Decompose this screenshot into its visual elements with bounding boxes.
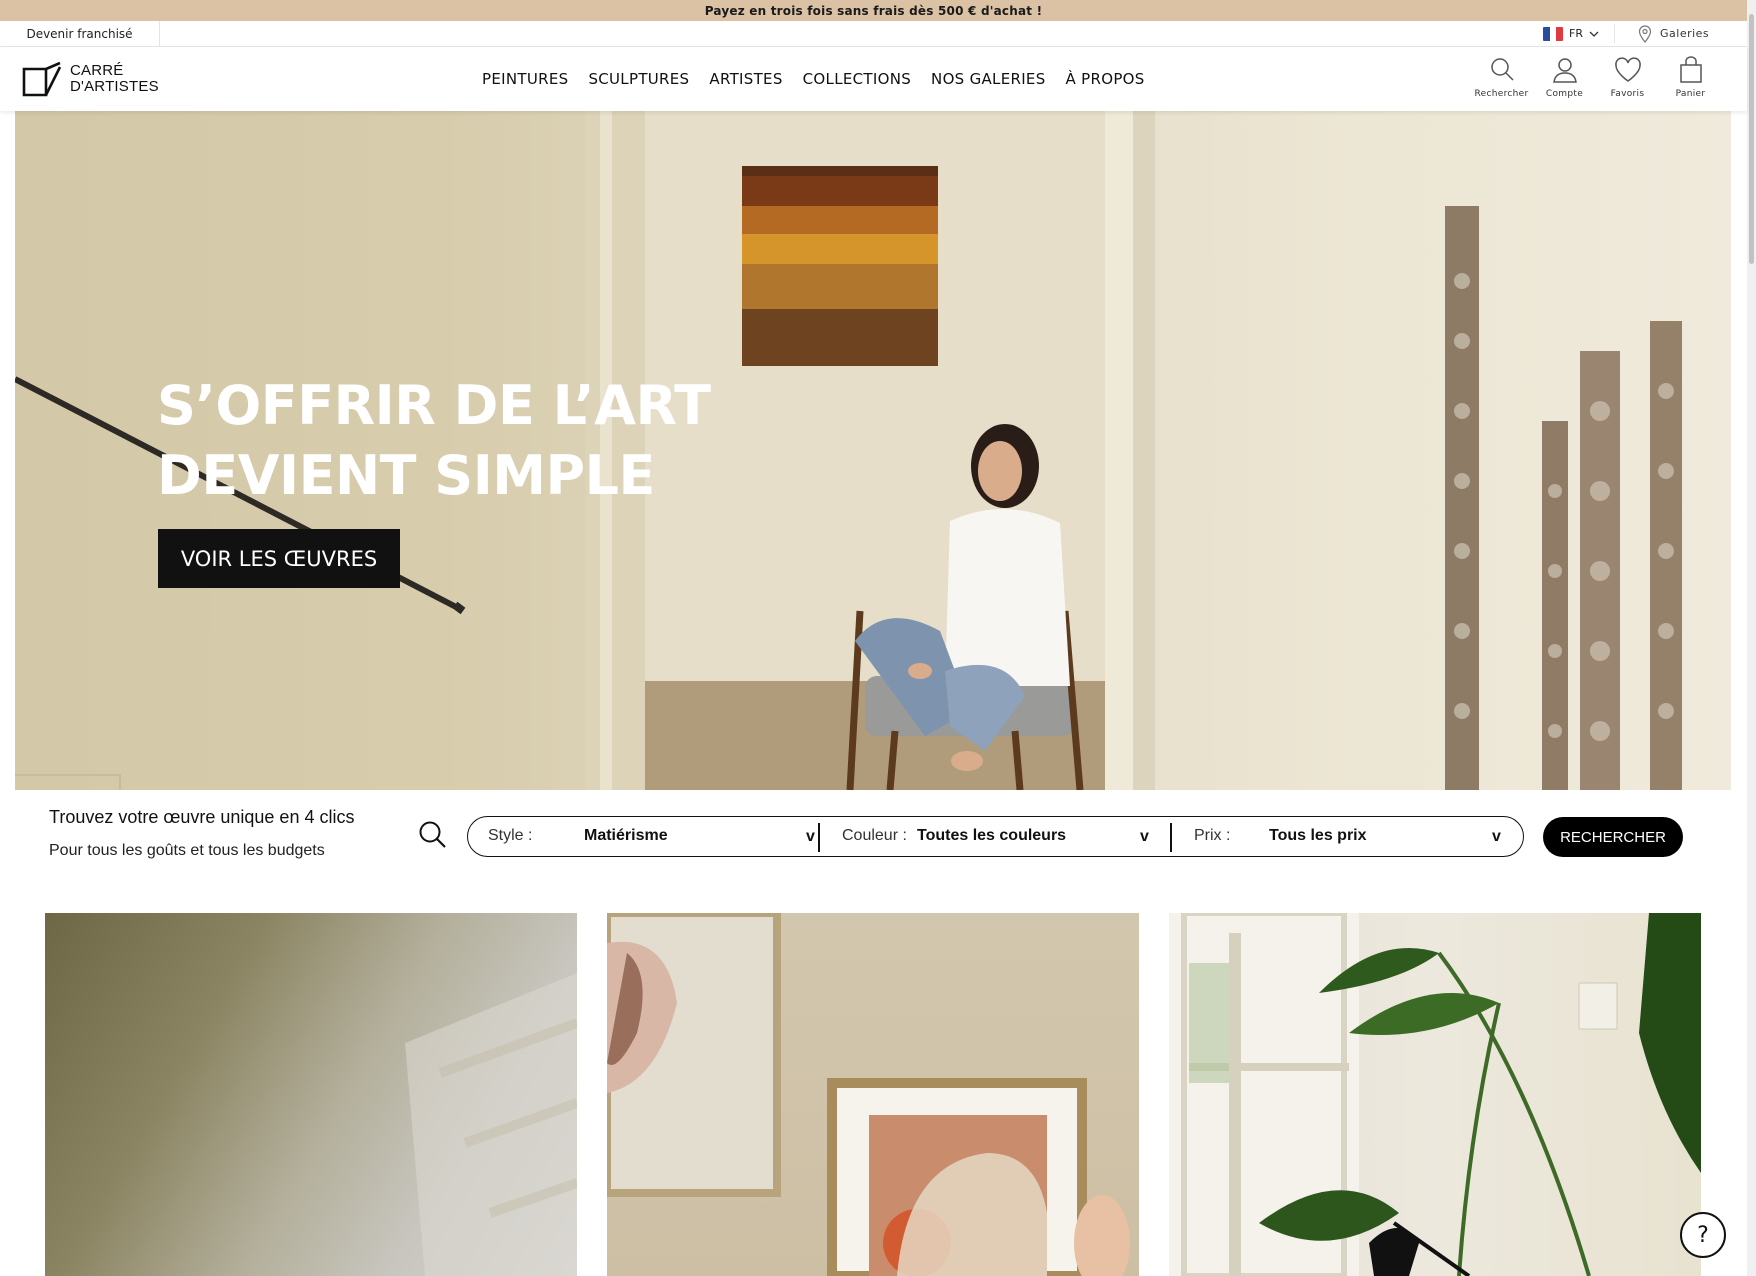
chevron-down-icon: v <box>806 828 815 845</box>
hero-title-line2: DEVIENT SIMPLE <box>157 444 655 507</box>
collection-tile-3[interactable] <box>1169 913 1701 1276</box>
logo-text: CARRÉ D'ARTISTES <box>70 63 159 95</box>
franchise-link[interactable]: Devenir franchisé <box>0 21 160 46</box>
header-tools: Rechercher Compte Favoris Panier <box>1470 55 1722 99</box>
hero-title-line1: S’OFFRIR DE L’ART <box>157 374 711 437</box>
style-filter[interactable]: Style : Matiérisme v <box>488 817 815 855</box>
view-artworks-button[interactable]: VOIR LES ŒUVRES <box>158 529 400 588</box>
style-filter-label: Style : <box>488 827 533 844</box>
price-filter-label: Prix : <box>1194 827 1231 844</box>
site-logo[interactable]: CARRÉ D'ARTISTES <box>22 61 159 97</box>
search-button[interactable]: Rechercher <box>1470 55 1533 99</box>
cart-button[interactable]: Panier <box>1659 55 1722 99</box>
language-label: FR <box>1569 27 1583 40</box>
color-filter-label: Couleur : <box>842 827 907 844</box>
artwork-filter-bar: Style : Matiérisme v Couleur : Toutes le… <box>467 816 1524 857</box>
main-header: CARRÉ D'ARTISTES PEINTURES SCULPTURES AR… <box>0 47 1747 111</box>
scrollbar-thumb[interactable] <box>1749 14 1754 264</box>
promo-banner: Payez en trois fois sans frais dès 500 €… <box>0 0 1747 21</box>
price-filter-value: Tous les prix <box>1269 827 1367 844</box>
favorites-label: Favoris <box>1610 89 1645 99</box>
color-filter-value: Toutes les couleurs <box>917 827 1067 844</box>
nav-item-artistes[interactable]: ARTISTES <box>709 70 782 88</box>
logo-line1: CARRÉ <box>70 62 124 79</box>
main-nav: PEINTURES SCULPTURES ARTISTES COLLECTION… <box>482 47 1145 111</box>
divider <box>1170 823 1172 852</box>
tile-photo <box>607 913 1130 1276</box>
heart-icon <box>1614 57 1641 82</box>
collection-tile-1[interactable] <box>45 913 577 1276</box>
divider <box>1614 24 1615 43</box>
logo-line2: D'ARTISTES <box>70 78 159 95</box>
galleries-link[interactable]: Galeries <box>1638 21 1709 46</box>
collection-tile-2[interactable] <box>607 913 1139 1276</box>
hero-title: S’OFFRIR DE L’ART DEVIENT SIMPLE <box>157 371 711 511</box>
price-filter[interactable]: Prix : Tous les prix v <box>1194 817 1501 855</box>
nav-item-peintures[interactable]: PEINTURES <box>482 70 568 88</box>
finder-title: Trouvez votre œuvre unique en 4 clics <box>49 807 355 827</box>
chevron-down-icon <box>1589 31 1599 37</box>
nav-item-a-propos[interactable]: À PROPOS <box>1066 70 1145 88</box>
style-filter-value: Matiérisme <box>584 827 668 844</box>
flag-fr-icon <box>1543 26 1563 41</box>
search-icon <box>419 821 446 848</box>
language-selector[interactable]: FR <box>1543 21 1599 46</box>
divider <box>818 823 820 852</box>
cart-label: Panier <box>1675 89 1706 99</box>
shopping-bag-icon <box>1679 56 1702 83</box>
map-pin-icon <box>1638 24 1652 43</box>
nav-item-sculptures[interactable]: SCULPTURES <box>588 70 689 88</box>
promo-text: Payez en trois fois sans frais dès 500 €… <box>704 3 1043 18</box>
nav-item-collections[interactable]: COLLECTIONS <box>803 70 911 88</box>
hero-banner: S’OFFRIR DE L’ART DEVIENT SIMPLE VOIR LES… <box>15 111 1731 790</box>
search-icon <box>1490 58 1514 81</box>
favorites-button[interactable]: Favoris <box>1596 55 1659 99</box>
utility-bar: Devenir franchisé FR Galeries <box>0 21 1747 47</box>
chevron-down-icon: v <box>1140 828 1149 845</box>
finder-subtitle: Pour tous les goûts et tous les budgets <box>49 842 325 859</box>
galleries-label: Galeries <box>1660 27 1710 40</box>
tile-photo <box>405 973 577 1276</box>
account-label: Compte <box>1545 89 1584 99</box>
user-icon <box>1552 58 1577 83</box>
search-label: Rechercher <box>1474 89 1529 99</box>
search-submit-button[interactable]: RECHERCHER <box>1543 817 1683 857</box>
account-button[interactable]: Compte <box>1533 55 1596 99</box>
logo-mark-icon <box>22 61 62 97</box>
tile-photo <box>1169 913 1701 1276</box>
help-button[interactable]: ? <box>1680 1212 1726 1258</box>
color-filter[interactable]: Couleur : Toutes les couleurs v <box>842 817 1149 855</box>
nav-item-nos-galeries[interactable]: NOS GALERIES <box>931 70 1045 88</box>
chevron-down-icon: v <box>1492 828 1501 845</box>
